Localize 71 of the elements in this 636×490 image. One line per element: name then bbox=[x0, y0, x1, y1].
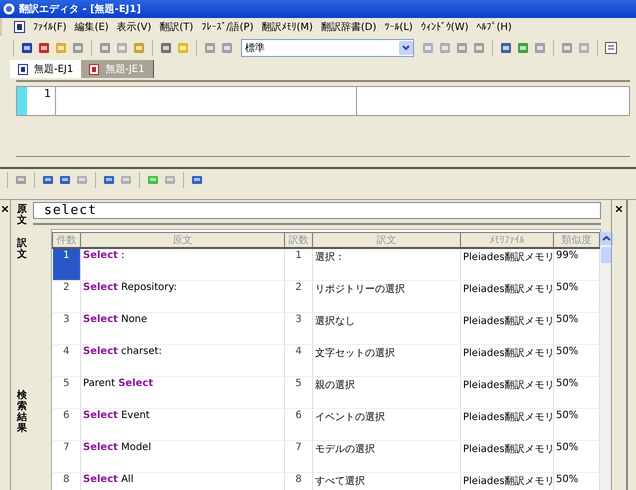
mode-dropdown[interactable]: 標準 bbox=[241, 39, 414, 57]
table-cell: 1 bbox=[284, 248, 312, 280]
table-cell: Select All bbox=[80, 472, 284, 490]
table-cell: Pleiades翻訳メモリ bbox=[460, 344, 554, 376]
table-cell: 選択 : bbox=[312, 248, 460, 280]
document-tab[interactable]: 無題-EJ1 bbox=[10, 60, 82, 78]
table-cell: 7 bbox=[284, 440, 312, 472]
scrollbar[interactable] bbox=[600, 232, 613, 490]
table-cell[interactable]: 1 bbox=[52, 248, 80, 280]
segment-number: 1 bbox=[27, 87, 56, 115]
table-cell: Select charset: bbox=[80, 344, 284, 376]
app-icon bbox=[3, 3, 15, 15]
document-icon bbox=[89, 64, 100, 74]
results-label: 検索結果 bbox=[17, 390, 27, 434]
table-cell: 文字セットの選択 bbox=[312, 344, 460, 376]
table-cell: Select Model bbox=[80, 440, 284, 472]
window-title: 翻訳エディタ - [無題-EJ1] bbox=[19, 2, 141, 16]
menu-item[interactable]: 翻訳ﾒﾓﾘ(M) bbox=[257, 20, 317, 34]
table-cell[interactable]: 3 bbox=[52, 312, 80, 344]
scroll-thumb[interactable] bbox=[601, 247, 612, 263]
table-cell: Parent Select bbox=[80, 376, 284, 408]
table-cell: モデルの選択 bbox=[312, 440, 460, 472]
table-cell[interactable]: 7 bbox=[52, 440, 80, 472]
menu-item[interactable]: ﾍﾙﾌﾟ(H) bbox=[472, 21, 516, 33]
close-button[interactable] bbox=[0, 204, 9, 214]
table-cell: Select : bbox=[80, 248, 284, 280]
table-cell: Pleiades翻訳メモリ bbox=[460, 376, 554, 408]
source-label: 原文 bbox=[17, 204, 27, 226]
table-cell[interactable]: 6 bbox=[52, 408, 80, 440]
table-cell: 親の選択 bbox=[312, 376, 460, 408]
menu-item[interactable]: 翻訳(T) bbox=[155, 20, 198, 34]
menu-item[interactable]: 編集(E) bbox=[70, 20, 113, 34]
table-cell: 3 bbox=[284, 312, 312, 344]
table-cell: すべて選択 bbox=[312, 472, 460, 490]
scroll-up-icon bbox=[600, 232, 613, 245]
table-cell: Select Repository: bbox=[80, 280, 284, 312]
target-label: 訳文 bbox=[17, 238, 27, 260]
table-cell[interactable]: 4 bbox=[52, 344, 80, 376]
row-marker bbox=[17, 87, 27, 115]
source-search-field[interactable]: select bbox=[33, 202, 601, 219]
menu-item[interactable]: ｳｨﾝﾄﾞｳ(W) bbox=[416, 21, 472, 33]
table-cell[interactable]: 5 bbox=[52, 376, 80, 408]
panel-icon[interactable] bbox=[604, 41, 618, 55]
table-cell: イベントの選択 bbox=[312, 408, 460, 440]
close-button[interactable] bbox=[614, 204, 623, 214]
table-cell: Select Event bbox=[80, 408, 284, 440]
table-cell: Pleiades翻訳メモリ bbox=[460, 312, 554, 344]
table-cell: Pleiades翻訳メモリ bbox=[460, 280, 554, 312]
table-cell[interactable]: 2 bbox=[52, 280, 80, 312]
table-cell: 4 bbox=[284, 344, 312, 376]
menu-item[interactable]: 表示(V) bbox=[112, 20, 156, 34]
table-cell: 2 bbox=[284, 280, 312, 312]
menu-item[interactable]: ﾌﾚｰｽﾞ/語(P) bbox=[197, 20, 258, 34]
table-cell: 6 bbox=[284, 408, 312, 440]
menu-item[interactable]: ﾌｧｲﾙ(F) bbox=[29, 21, 71, 33]
table-cell[interactable]: 8 bbox=[52, 472, 80, 490]
menu-item[interactable]: ﾂｰﾙ(L) bbox=[380, 21, 417, 33]
menu-item[interactable]: 翻訳辞書(D) bbox=[316, 20, 380, 34]
table-cell: Pleiades翻訳メモリ bbox=[460, 248, 554, 280]
table-cell: 5 bbox=[284, 376, 312, 408]
table-cell: 8 bbox=[284, 472, 312, 490]
close-icon bbox=[2, 206, 8, 212]
table-cell: Select None bbox=[80, 312, 284, 344]
table-cell: Pleiades翻訳メモリ bbox=[460, 440, 554, 472]
table-cell: リポジトリーの選択 bbox=[312, 280, 460, 312]
table-cell: Pleiades翻訳メモリ bbox=[460, 408, 554, 440]
table-cell: 選択なし bbox=[312, 312, 460, 344]
document-icon bbox=[18, 64, 28, 74]
close-icon bbox=[616, 206, 622, 212]
table-cell: Pleiades翻訳メモリ bbox=[460, 472, 554, 490]
document-icon bbox=[14, 21, 25, 33]
